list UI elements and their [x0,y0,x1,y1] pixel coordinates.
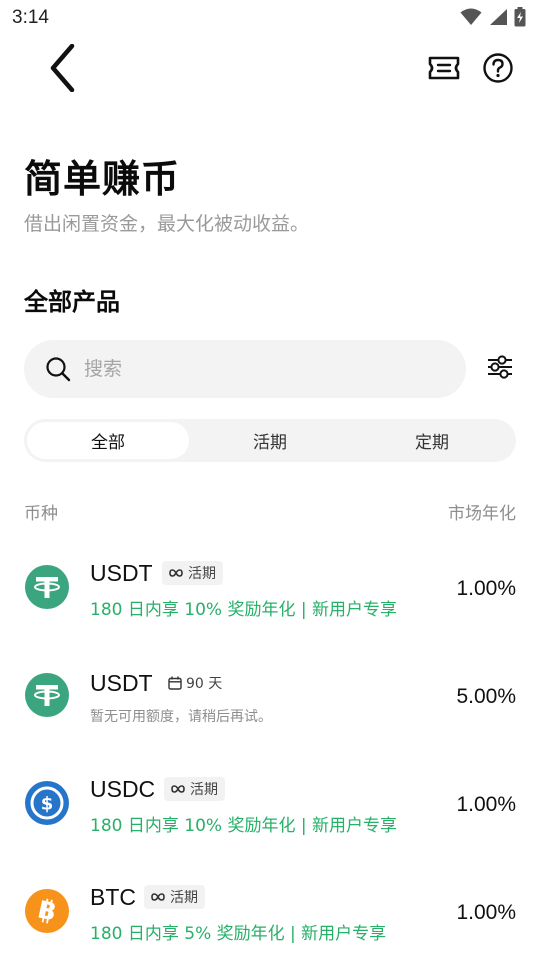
column-header-coin: 币种 [24,504,58,524]
page-title: 简单赚币 [24,157,181,201]
product-tabs: 全部 活期 定期 [24,419,516,462]
term-tag-label: 活期 [170,890,198,906]
infinity-icon [170,783,186,795]
signal-icon [488,8,508,30]
tether-icon [25,565,69,609]
section-title: 全部产品 [24,288,120,316]
promo-text: 180 日内享 5% 奖励年化 | 新用户专享 [90,924,387,944]
tab-all[interactable]: 全部 [27,422,189,459]
coin-name: USDT [90,560,153,586]
coin-name: USDC [90,776,156,802]
battery-charging-icon [514,7,526,31]
status-bar: 3:14 [0,0,540,36]
term-tag: 90 天 [162,671,229,695]
svg-text:$: $ [41,794,54,815]
usdc-icon: $ [25,781,69,825]
tether-icon [25,673,69,717]
apy-value: 1.00% [456,577,516,600]
apy-value: 5.00% [456,685,516,708]
page-subtitle: 借出闲置资金，最大化被动收益。 [24,213,310,235]
bitcoin-icon: B [25,889,69,933]
tab-flexible[interactable]: 活期 [189,422,351,459]
status-icons [460,7,526,31]
ticket-button[interactable] [424,50,464,90]
term-tag: 活期 [162,561,223,585]
promo-text: 180 日内享 10% 奖励年化 | 新用户专享 [90,600,397,620]
top-nav [0,40,540,100]
product-row[interactable]: B BTC 活期 180 日内享 5% 奖励年化 | 新用户专享 1.00% [0,864,540,960]
quota-note: 暂无可用额度，请稍后再试。 [90,709,272,725]
term-tag: 活期 [144,885,205,909]
calendar-icon [168,676,182,690]
promo-text: 180 日内享 10% 奖励年化 | 新用户专享 [90,816,397,836]
infinity-icon [168,567,184,579]
coin-name: USDT [90,670,153,696]
product-row[interactable]: $ USDC 活期 180 日内享 10% 奖励年化 | 新用户专享 1.00% [0,756,540,856]
search-input[interactable] [84,358,404,380]
product-row[interactable]: USDT 90 天 暂无可用额度，请稍后再试。 5.00% [0,648,540,748]
filter-button[interactable] [482,350,518,388]
filter-sliders-icon [487,355,513,383]
column-header-apy: 市场年化 [448,504,516,524]
status-time: 3:14 [12,7,49,28]
ticket-icon [427,55,461,85]
coin-name: BTC [90,884,136,910]
infinity-icon [150,891,166,903]
wifi-icon [460,8,482,30]
product-row[interactable]: USDT 活期 180 日内享 10% 奖励年化 | 新用户专享 1.00% [0,540,540,640]
search-icon [44,355,72,383]
term-tag: 活期 [164,777,225,801]
term-tag-label: 活期 [190,782,218,798]
tab-fixed[interactable]: 定期 [351,422,513,459]
back-button[interactable] [40,43,84,96]
apy-value: 1.00% [456,793,516,816]
apy-value: 1.00% [456,901,516,924]
search-box[interactable] [24,340,466,398]
help-button[interactable] [478,50,518,90]
question-circle-icon [482,52,514,88]
term-tag-label: 活期 [188,566,216,582]
term-tag-label: 90 天 [186,676,223,692]
chevron-left-icon [48,43,76,96]
